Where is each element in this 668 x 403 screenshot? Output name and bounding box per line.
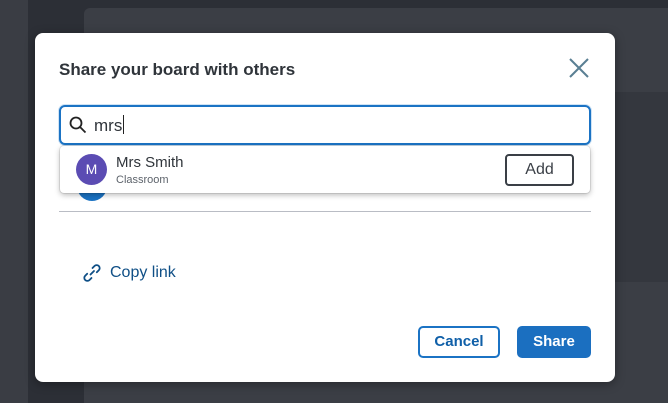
- share-dialog: Share your board with others mrs M Mrs S…: [35, 33, 615, 382]
- background-panel: [0, 0, 28, 403]
- close-icon: [569, 58, 589, 78]
- copy-link-label: Copy link: [110, 264, 176, 281]
- search-value: mrs: [94, 115, 125, 135]
- background-panel-right: [615, 92, 668, 282]
- result-name: Mrs Smith: [116, 154, 184, 171]
- link-icon: [83, 264, 101, 282]
- search-results-dropdown: M Mrs Smith Classroom Add: [60, 146, 590, 193]
- cancel-button[interactable]: Cancel: [418, 326, 500, 358]
- close-button[interactable]: [568, 57, 590, 79]
- result-type: Classroom: [116, 174, 169, 186]
- add-button[interactable]: Add: [505, 154, 574, 186]
- dialog-title: Share your board with others: [59, 60, 296, 79]
- divider: [59, 211, 591, 212]
- avatar: M: [76, 154, 107, 185]
- share-button[interactable]: Share: [517, 326, 591, 358]
- search-icon: [69, 116, 87, 134]
- search-input[interactable]: mrs: [59, 105, 591, 145]
